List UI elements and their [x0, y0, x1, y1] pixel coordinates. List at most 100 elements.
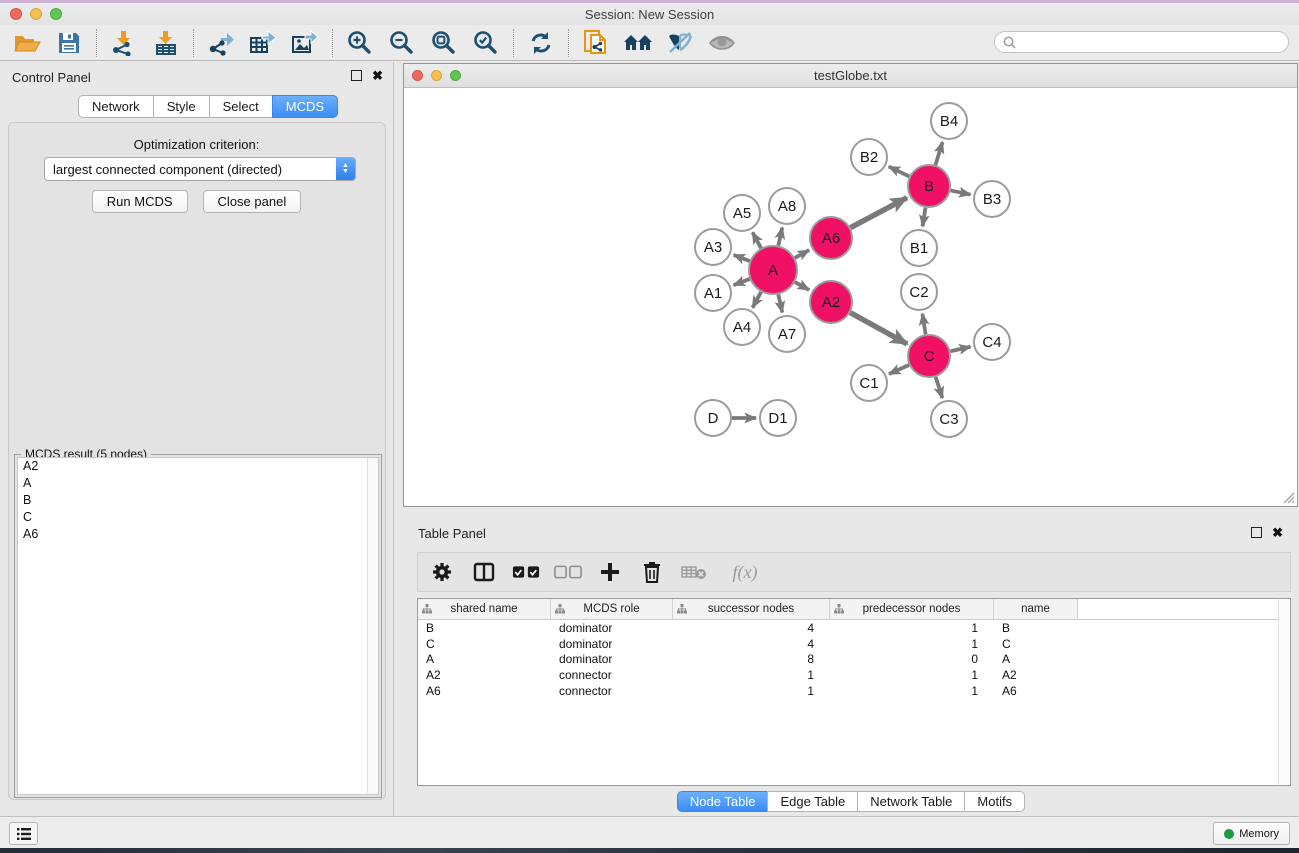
network-canvas[interactable]: AA6A2BCA5A8A3A1A4A7B2B4B3B1C2C1C4C3DD1: [405, 89, 1296, 505]
table-cell[interactable]: A: [994, 652, 1078, 666]
table-cell[interactable]: connector: [551, 668, 673, 682]
table-cell[interactable]: 8: [673, 652, 830, 666]
graph-node-A5[interactable]: A5: [724, 195, 760, 231]
table-cell[interactable]: 1: [830, 637, 994, 651]
network-window-titlebar[interactable]: testGlobe.txt: [404, 64, 1297, 88]
table-cell[interactable]: A: [418, 652, 551, 666]
import-table-icon[interactable]: [145, 27, 187, 59]
table-cell[interactable]: 1: [830, 668, 994, 682]
graph-node-C3[interactable]: C3: [931, 401, 967, 437]
toggle-graphics-details-icon[interactable]: [659, 27, 701, 59]
graph-edge-A-A6[interactable]: [795, 250, 809, 258]
graph-node-D[interactable]: D: [695, 400, 731, 436]
table-cell[interactable]: 1: [830, 684, 994, 698]
function-builder-icon[interactable]: f(x): [722, 558, 768, 586]
graph-edge-A-A4[interactable]: [753, 292, 762, 308]
node-table[interactable]: shared nameMCDS rolesuccessor nodesprede…: [417, 598, 1291, 786]
graph-edge-C-C1[interactable]: [889, 365, 909, 374]
graph-edge-A6-B[interactable]: [850, 198, 906, 228]
graph-edge-B-B3[interactable]: [951, 190, 971, 194]
mcds-result-item[interactable]: A2: [18, 458, 378, 475]
table-cell[interactable]: C: [994, 637, 1078, 651]
graph-edge-B-B4[interactable]: [935, 142, 942, 165]
mcds-result-item[interactable]: C: [18, 509, 378, 526]
mcds-list-scrollbar[interactable]: [367, 458, 378, 794]
table-cell[interactable]: A6: [994, 684, 1078, 698]
table-cell[interactable]: dominator: [551, 652, 673, 666]
graph-edge-A-A5[interactable]: [753, 232, 762, 248]
graph-node-B[interactable]: B: [908, 165, 950, 207]
column-header-name[interactable]: name: [994, 599, 1078, 619]
graph-node-B3[interactable]: B3: [974, 181, 1010, 217]
tab-network[interactable]: Network: [78, 95, 154, 118]
column-header-predecessor-nodes[interactable]: predecessor nodes: [830, 599, 994, 619]
network-graph[interactable]: AA6A2BCA5A8A3A1A4A7B2B4B3B1C2C1C4C3DD1: [405, 89, 1296, 505]
table-options-gear-icon[interactable]: [428, 558, 456, 586]
graph-edge-B-B2[interactable]: [889, 167, 909, 177]
table-cell[interactable]: A2: [994, 668, 1078, 682]
mcds-result-item[interactable]: B: [18, 492, 378, 509]
table-row[interactable]: A6connector11A6: [418, 683, 1290, 699]
graph-node-A[interactable]: A: [749, 246, 797, 294]
graph-node-C1[interactable]: C1: [851, 365, 887, 401]
export-network-icon[interactable]: [200, 27, 242, 59]
graph-node-C[interactable]: C: [908, 335, 950, 377]
table-cell[interactable]: 1: [673, 684, 830, 698]
column-header-shared-name[interactable]: shared name: [418, 599, 551, 619]
zoom-selected-icon[interactable]: [465, 27, 507, 59]
graph-edge-A-A7[interactable]: [778, 294, 782, 312]
close-panel-button[interactable]: Close panel: [203, 190, 302, 213]
open-session-icon[interactable]: [6, 27, 48, 59]
table-cell[interactable]: 4: [673, 621, 830, 635]
graph-node-D1[interactable]: D1: [760, 400, 796, 436]
import-network-icon[interactable]: [103, 27, 145, 59]
graph-node-B4[interactable]: B4: [931, 103, 967, 139]
tab-mcds[interactable]: MCDS: [272, 95, 338, 118]
graph-edge-C-C3[interactable]: [936, 377, 943, 398]
export-image-icon[interactable]: [284, 27, 326, 59]
graph-edge-A2-C[interactable]: [850, 313, 907, 344]
table-cell[interactable]: 4: [673, 637, 830, 651]
graph-node-A1[interactable]: A1: [695, 275, 731, 311]
column-header-successor-nodes[interactable]: successor nodes: [673, 599, 830, 619]
refresh-icon[interactable]: [520, 27, 562, 59]
graph-edge-B-B1[interactable]: [923, 208, 926, 227]
table-cell[interactable]: 1: [673, 668, 830, 682]
graph-edge-C-C4[interactable]: [950, 347, 970, 351]
close-table-panel-icon[interactable]: ✖: [1272, 527, 1283, 538]
graph-node-A2[interactable]: A2: [810, 281, 852, 323]
table-cell[interactable]: B: [994, 621, 1078, 635]
mcds-result-item[interactable]: A: [18, 475, 378, 492]
export-table-icon[interactable]: [242, 27, 284, 59]
home-layout-icon[interactable]: [617, 27, 659, 59]
criterion-dropdown[interactable]: largest connected component (directed) ▲…: [44, 157, 356, 181]
tab-node-table[interactable]: Node Table: [677, 791, 769, 812]
table-row[interactable]: Bdominator41B: [418, 620, 1290, 636]
graph-node-B2[interactable]: B2: [851, 139, 887, 175]
zoom-out-icon[interactable]: [381, 27, 423, 59]
table-scrollbar[interactable]: [1278, 599, 1290, 785]
select-all-checkboxes-icon[interactable]: [512, 558, 540, 586]
table-cell[interactable]: B: [418, 621, 551, 635]
toggle-birds-eye-icon[interactable]: [701, 27, 743, 59]
graph-node-B1[interactable]: B1: [901, 230, 937, 266]
graph-edge-A-A8[interactable]: [778, 227, 782, 245]
duplicate-network-icon[interactable]: [575, 27, 617, 59]
zoom-in-icon[interactable]: [339, 27, 381, 59]
table-row[interactable]: Adominator80A: [418, 652, 1290, 668]
graph-edge-A-A1[interactable]: [734, 279, 750, 285]
memory-button[interactable]: Memory: [1213, 822, 1290, 845]
table-cell[interactable]: A6: [418, 684, 551, 698]
tab-motifs[interactable]: Motifs: [964, 791, 1025, 812]
add-column-icon[interactable]: [596, 558, 624, 586]
graph-node-A3[interactable]: A3: [695, 229, 731, 265]
deselect-all-checkboxes-icon[interactable]: [554, 558, 582, 586]
save-session-icon[interactable]: [48, 27, 90, 59]
table-cell[interactable]: 1: [830, 621, 994, 635]
mcds-result-item[interactable]: A6: [18, 526, 378, 543]
table-cell[interactable]: A2: [418, 668, 551, 682]
run-mcds-button[interactable]: Run MCDS: [92, 190, 188, 213]
zoom-fit-icon[interactable]: [423, 27, 465, 59]
tab-select[interactable]: Select: [209, 95, 273, 118]
graph-node-A8[interactable]: A8: [769, 188, 805, 224]
